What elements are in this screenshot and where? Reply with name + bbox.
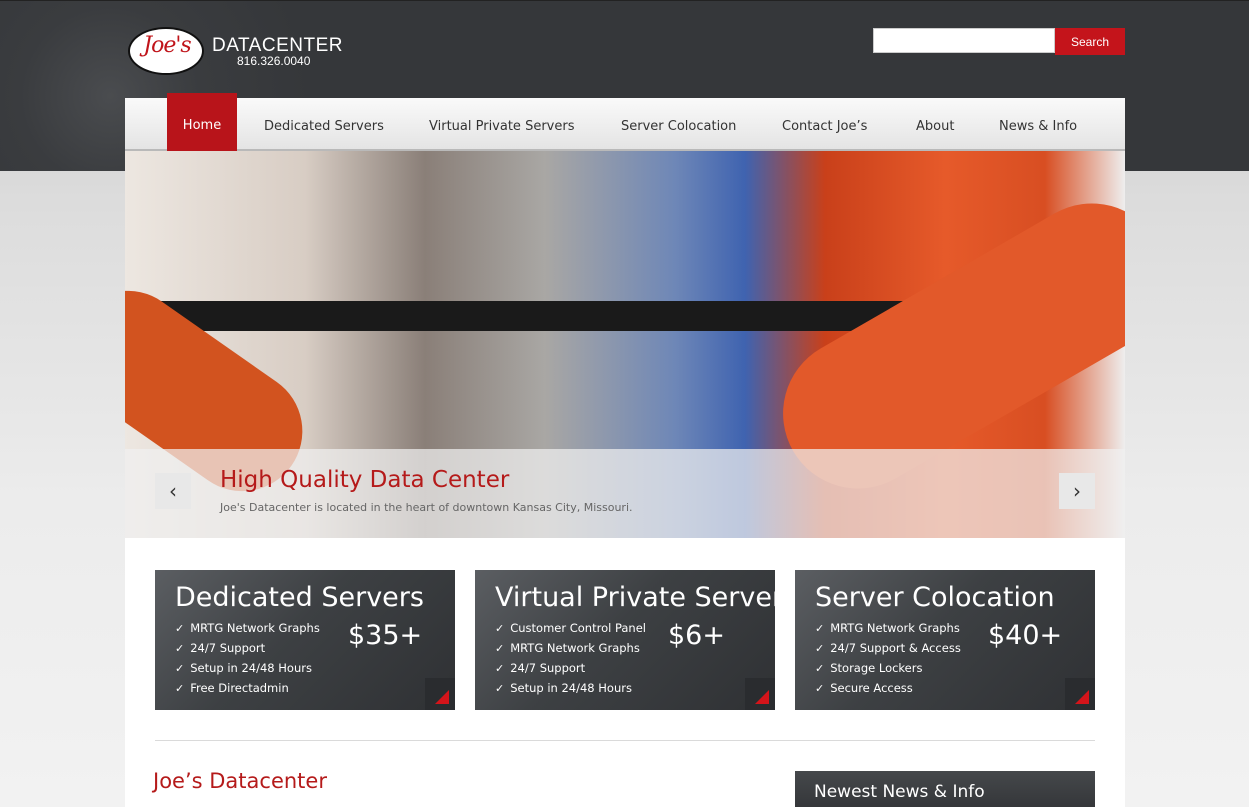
offer-features: ✓ MRTG Network Graphs ✓ 24/7 Support ✓ Setu… <box>175 618 320 698</box>
search-input[interactable] <box>873 28 1055 53</box>
check-icon: ✓ <box>175 642 185 655</box>
offer-feature: ✓ Customer Control Panel <box>495 621 646 635</box>
offer-box-virtual-private-servers[interactable]: Virtual Private Servers ✓ Customer Contro… <box>475 570 775 710</box>
site-logo[interactable]: Joe's DATACENTER 816.326.0040 <box>128 27 348 81</box>
offer-features: ✓ Customer Control Panel ✓ MRTG Network Gr… <box>495 618 646 698</box>
offer-feature: ✓ 24/7 Support <box>495 661 586 675</box>
section-divider <box>155 740 1095 741</box>
nav-server-colocation[interactable]: Server Colocation <box>621 98 736 151</box>
chevron-right-icon: › <box>1073 479 1081 503</box>
logo-script-text: Joe's <box>143 33 191 58</box>
check-icon: ✓ <box>815 662 825 675</box>
check-icon: ✓ <box>175 622 185 635</box>
slider-next-button[interactable]: › <box>1059 473 1095 509</box>
news-panel-header: Newest News & Info <box>795 771 1095 807</box>
check-icon: ✓ <box>175 662 185 675</box>
check-icon: ✓ <box>495 642 505 655</box>
offer-feature: ✓ Free Directadmin <box>175 681 289 695</box>
offer-title: Dedicated Servers <box>175 582 424 613</box>
section-title: Joe’s Datacenter <box>153 769 327 793</box>
check-icon: ✓ <box>815 622 825 635</box>
check-icon: ✓ <box>815 682 825 695</box>
slider-text: Joe's Datacenter is located in the heart… <box>220 501 633 514</box>
nav-virtual-private-servers[interactable]: Virtual Private Servers <box>429 98 574 151</box>
offer-feature: ✓ Secure Access <box>815 681 913 695</box>
news-panel-title: Newest News & Info <box>814 782 985 802</box>
check-icon: ✓ <box>175 682 185 695</box>
corner-arrow-icon[interactable] <box>745 678 775 710</box>
offer-feature: ✓ Setup in 24/48 Hours <box>495 681 632 695</box>
slider-caption: High Quality Data Center Joe's Datacente… <box>125 449 1125 538</box>
phone-number: 816.326.0040 <box>237 54 311 68</box>
nav-contact[interactable]: Contact Joe’s <box>782 98 867 151</box>
corner-arrow-icon[interactable] <box>1065 678 1095 710</box>
nav-about[interactable]: About <box>916 98 954 151</box>
content-area: Dedicated Servers ✓ MRTG Network Graphs ✓… <box>125 538 1125 807</box>
offer-features: ✓ MRTG Network Graphs ✓ 24/7 Support & Acc… <box>815 618 961 698</box>
offer-price: $6+ <box>668 620 725 651</box>
check-icon: ✓ <box>495 662 505 675</box>
corner-arrow-icon[interactable] <box>425 678 455 710</box>
offer-feature: ✓ Storage Lockers <box>815 661 923 675</box>
offer-feature: ✓ 24/7 Support <box>175 641 266 655</box>
offer-box-server-colocation[interactable]: Server Colocation ✓ MRTG Network Graphs ✓… <box>795 570 1095 710</box>
offer-title: Server Colocation <box>815 582 1055 613</box>
offer-feature: ✓ MRTG Network Graphs <box>495 641 640 655</box>
slider-title: High Quality Data Center <box>220 467 510 493</box>
offer-feature: ✓ 24/7 Support & Access <box>815 641 961 655</box>
hero-slider: High Quality Data Center Joe's Datacente… <box>125 151 1125 538</box>
main-nav: Home Dedicated Servers Virtual Private S… <box>125 93 1125 151</box>
slider-prev-button[interactable]: ‹ <box>155 473 191 509</box>
nav-news-info[interactable]: News & Info <box>999 98 1077 151</box>
search-button[interactable]: Search <box>1055 28 1125 55</box>
offer-feature: ✓ MRTG Network Graphs <box>175 621 320 635</box>
offer-box-dedicated-servers[interactable]: Dedicated Servers ✓ MRTG Network Graphs ✓… <box>155 570 455 710</box>
nav-dedicated-servers[interactable]: Dedicated Servers <box>264 98 384 151</box>
check-icon: ✓ <box>495 622 505 635</box>
chevron-left-icon: ‹ <box>169 479 177 503</box>
check-icon: ✓ <box>495 682 505 695</box>
nav-home[interactable]: Home <box>167 93 237 151</box>
offer-feature: ✓ Setup in 24/48 Hours <box>175 661 312 675</box>
check-icon: ✓ <box>815 642 825 655</box>
offer-feature: ✓ MRTG Network Graphs <box>815 621 960 635</box>
offer-price: $35+ <box>348 620 423 651</box>
offer-price: $40+ <box>988 620 1063 651</box>
offer-title: Virtual Private Servers <box>495 582 775 613</box>
